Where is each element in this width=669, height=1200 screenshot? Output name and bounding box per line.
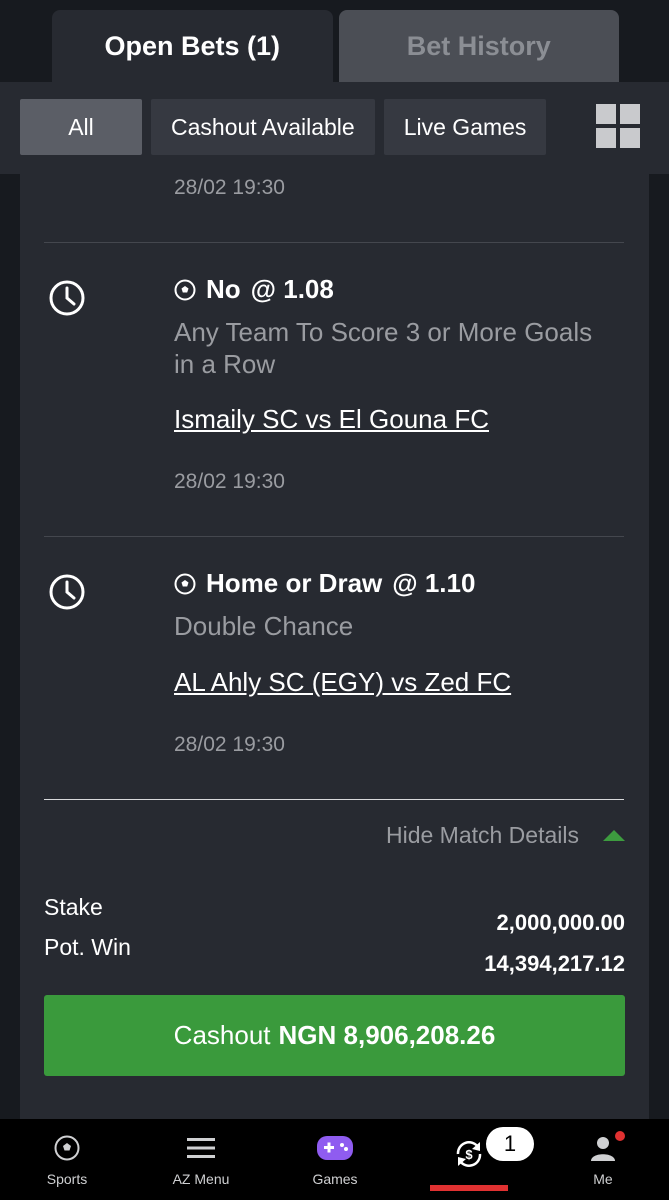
nav-games-label: Games (312, 1171, 358, 1187)
cashout-cycle-icon: $ (456, 1141, 482, 1167)
grid-view-icon[interactable] (596, 104, 640, 148)
nav-me-label: Me (593, 1171, 613, 1187)
nav-az-menu-label: AZ Menu (172, 1171, 230, 1187)
selection-odds: @ 1.10 (392, 568, 476, 598)
tab-open-bets[interactable]: Open Bets (1) (52, 10, 333, 82)
soccer-ball-icon (174, 279, 196, 300)
divider (44, 536, 624, 537)
soccer-ball-icon (174, 573, 196, 594)
selection-odds: @ 1.08 (250, 274, 334, 304)
gamepad-icon (317, 1136, 353, 1160)
cashout-button[interactable]: Cashout NGN 8,906,208.26 (44, 995, 625, 1076)
pot-win-label: Pot. Win (44, 934, 131, 960)
clock-icon (49, 574, 85, 610)
selection-name: Home or Draw (206, 568, 383, 598)
bet-market: Any Team To Score 3 or More Goals in a R… (174, 317, 593, 379)
bottom-navigation: Sports AZ Menu Games $ Me (0, 1119, 669, 1200)
bet-date: 28/02 19:30 (174, 470, 285, 493)
nav-me[interactable]: Me (536, 1119, 669, 1200)
tab-bet-history[interactable]: Bet History (338, 10, 619, 82)
selection-name: No (206, 274, 241, 304)
divider (44, 799, 624, 800)
pot-win-value: 14,394,217.12 (484, 951, 625, 976)
nav-games[interactable]: Games (268, 1119, 402, 1200)
notification-dot (615, 1131, 625, 1141)
svg-text:$: $ (465, 1147, 473, 1162)
hamburger-menu-icon (187, 1138, 215, 1158)
bet-date: 28/02 19:30 (174, 176, 285, 199)
bet-tabs: Open Bets (1) Bet History (52, 10, 619, 82)
bet-slip-card: 28/02 19:30 No @ 1.08 Any Team To Score … (20, 174, 649, 1120)
cashout-label: Cashout (173, 1020, 271, 1050)
open-bets-count-badge: 1 (486, 1127, 534, 1161)
bet-selection: No @ 1.08 (174, 274, 334, 305)
filter-bar: All Cashout Available Live Games (20, 99, 547, 155)
match-link[interactable]: Ismaily SC vs El Gouna FC (174, 404, 489, 435)
filter-live-games-button[interactable]: Live Games (383, 99, 547, 155)
nav-az-menu[interactable]: AZ Menu (134, 1119, 268, 1200)
match-link[interactable]: AL Ahly SC (EGY) vs Zed FC (174, 667, 511, 698)
active-tab-indicator (430, 1185, 508, 1191)
divider (44, 242, 624, 243)
stake-value: 2,000,000.00 (496, 910, 625, 935)
hide-match-details-toggle[interactable]: Hide Match Details (386, 822, 625, 849)
nav-sports[interactable]: Sports (0, 1119, 134, 1200)
user-icon (591, 1137, 615, 1161)
chevron-up-icon (603, 830, 625, 841)
filter-all-button[interactable]: All (20, 99, 142, 155)
bet-date: 28/02 19:30 (174, 733, 285, 756)
filter-cashout-available-button[interactable]: Cashout Available (151, 99, 375, 155)
cashout-amount: NGN 8,906,208.26 (278, 1020, 496, 1050)
nav-sports-label: Sports (46, 1171, 88, 1187)
stake-label: Stake (44, 894, 103, 920)
hide-match-details-label: Hide Match Details (385, 822, 579, 848)
soccer-ball-icon (54, 1135, 80, 1161)
clock-icon (49, 280, 85, 316)
bet-market: Double Chance (174, 611, 354, 641)
bet-selection: Home or Draw @ 1.10 (174, 568, 475, 599)
